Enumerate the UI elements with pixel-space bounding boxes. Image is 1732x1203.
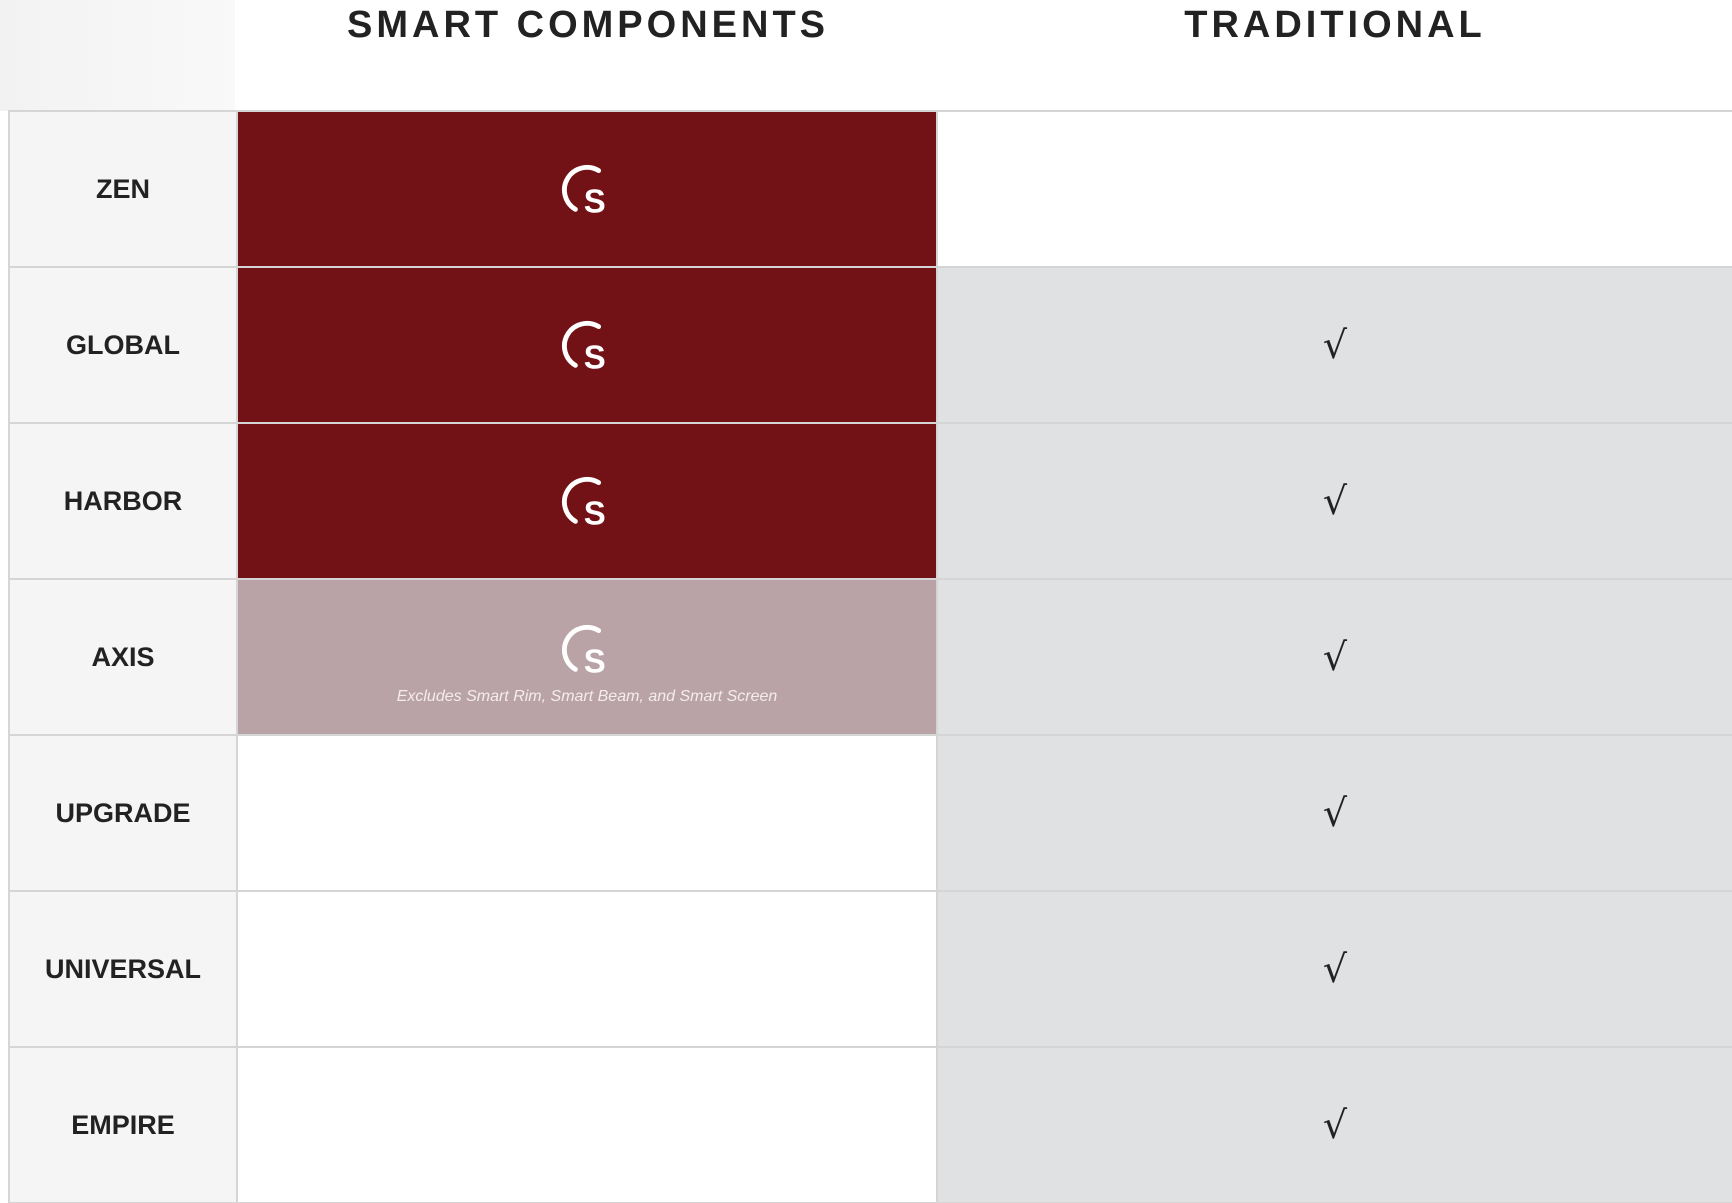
smart-cell: S [238, 424, 938, 578]
smart-s-logo-icon: S [561, 624, 606, 679]
table-row: UPGRADE S √ [8, 736, 1732, 892]
check-icon: √ [1322, 479, 1348, 523]
traditional-cell: √ [938, 1048, 1732, 1202]
traditional-cell: √ [938, 268, 1732, 422]
check-icon: √ [1322, 791, 1348, 835]
row-label: GLOBAL [8, 268, 238, 422]
svg-text:S: S [584, 642, 606, 679]
smart-s-logo-icon: S [561, 476, 606, 531]
smart-components-header: SMART COMPONENTS [347, 4, 829, 46]
svg-text:S: S [584, 338, 606, 375]
traditional-cell: √ [938, 892, 1732, 1046]
row-label: EMPIRE [8, 1048, 238, 1202]
smart-note: Excludes Smart Rim, Smart Beam, and Smar… [396, 688, 778, 705]
smart-cell: S [238, 112, 938, 266]
table-row: AXIS S Excludes Smart Rim, Smart Beam, a… [8, 580, 1732, 736]
traditional-header: TRADITIONAL [1184, 4, 1486, 46]
table-row: ZEN S [8, 112, 1732, 268]
traditional-cell [938, 112, 1732, 266]
row-label: UNIVERSAL [8, 892, 238, 1046]
header-corner [0, 0, 235, 111]
row-label: HARBOR [8, 424, 238, 578]
check-icon: √ [1322, 1103, 1348, 1147]
check-icon: √ [1322, 947, 1348, 991]
row-label: AXIS [8, 580, 238, 734]
traditional-cell: √ [938, 424, 1732, 578]
smart-cell: S [238, 736, 938, 890]
svg-text:S: S [584, 494, 606, 531]
table-row: HARBOR S √ [8, 424, 1732, 580]
smart-cell: S [238, 268, 938, 422]
check-icon: √ [1322, 323, 1348, 367]
row-label: ZEN [8, 112, 238, 266]
comparison-page: SMART COMPONENTS TRADITIONAL ZEN S GLOBA… [0, 0, 1732, 1203]
smart-cell: S [238, 892, 938, 1046]
svg-text:S: S [584, 182, 606, 219]
row-label: UPGRADE [8, 736, 238, 890]
traditional-cell: √ [938, 736, 1732, 890]
check-icon: √ [1322, 635, 1348, 679]
comparison-table: ZEN S GLOBAL S √ HARBOR S √ AXIS S Exclu… [8, 110, 1732, 1203]
traditional-cell: √ [938, 580, 1732, 734]
smart-s-logo-icon: S [561, 164, 606, 219]
table-row: UNIVERSAL S √ [8, 892, 1732, 1048]
table-row: GLOBAL S √ [8, 268, 1732, 424]
table-row: EMPIRE S √ [8, 1048, 1732, 1203]
smart-cell: S Excludes Smart Rim, Smart Beam, and Sm… [238, 580, 938, 734]
smart-cell: S [238, 1048, 938, 1202]
smart-s-logo-icon: S [561, 320, 606, 375]
